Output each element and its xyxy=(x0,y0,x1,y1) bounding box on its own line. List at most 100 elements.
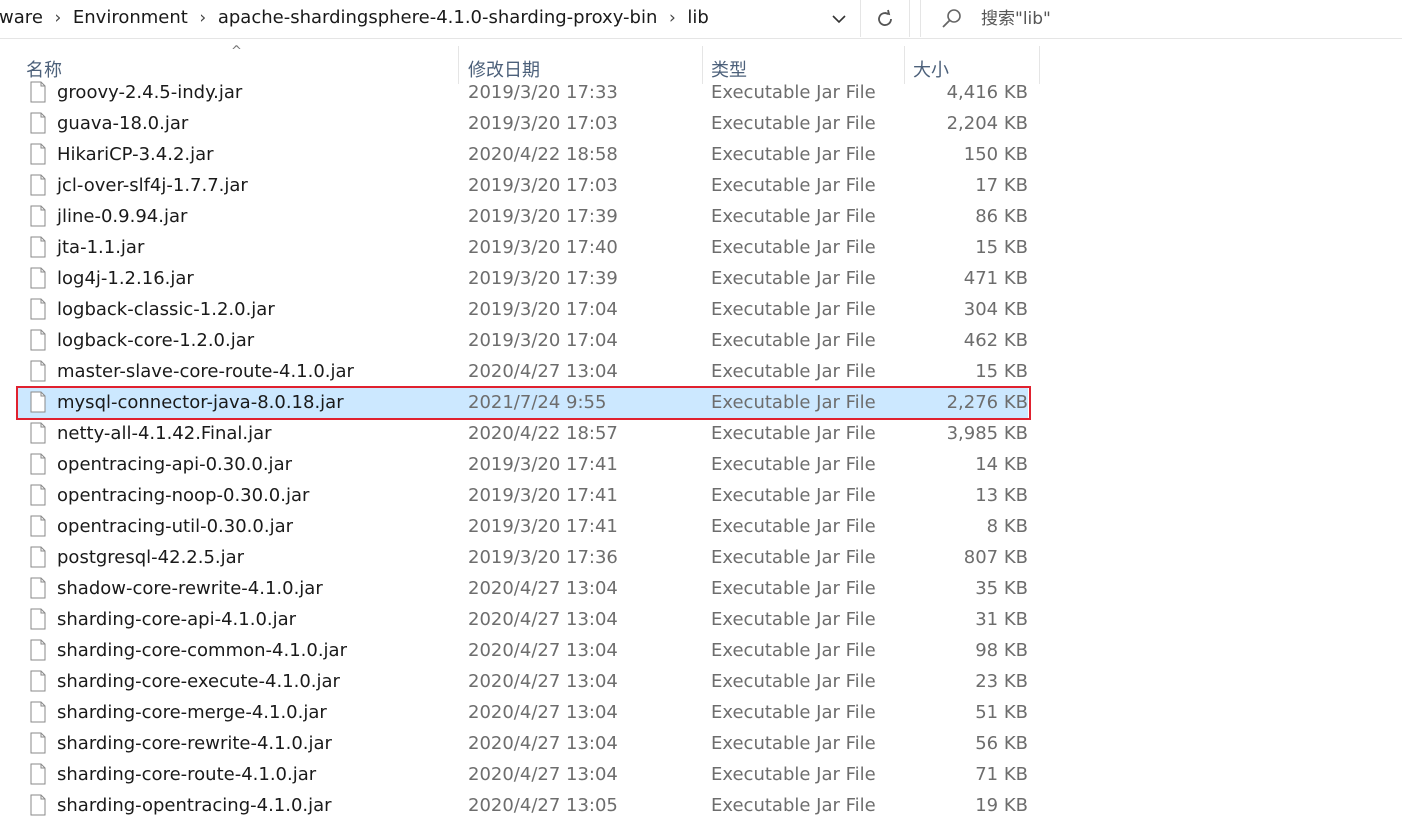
file-modified-date: 2020/4/27 13:04 xyxy=(468,671,618,692)
file-size: 86 KB xyxy=(975,206,1028,227)
file-row[interactable]: master-slave-core-route-4.1.0.jar 2020/4/… xyxy=(18,356,1028,387)
file-icon xyxy=(30,515,46,537)
breadcrumb-item[interactable]: Environment xyxy=(73,0,188,36)
file-icon xyxy=(30,236,46,258)
file-row[interactable]: HikariCP-3.4.2.jar 2020/4/22 18:58 Executa… xyxy=(18,139,1028,170)
file-type: Executable Jar File xyxy=(711,175,876,196)
sort-ascending-icon: ^ xyxy=(231,44,242,59)
file-size: 4,416 KB xyxy=(946,82,1028,103)
file-icon xyxy=(30,608,46,630)
breadcrumb-separator-icon[interactable]: › xyxy=(43,0,73,36)
file-modified-date: 2019/3/20 17:41 xyxy=(468,454,618,475)
breadcrumb-separator-icon[interactable]: › xyxy=(188,0,218,36)
file-row[interactable]: logback-classic-1.2.0.jar 2019/3/20 17:04… xyxy=(18,294,1028,325)
file-list[interactable]: sharding-opentracing-4.1.0.jar 2020/4/27 … xyxy=(0,78,1402,822)
file-size: 14 KB xyxy=(975,454,1028,475)
file-type: Executable Jar File xyxy=(711,268,876,289)
file-size: 23 KB xyxy=(975,671,1028,692)
file-icon xyxy=(30,360,46,382)
file-name: netty-all-4.1.42.Final.jar xyxy=(57,423,272,444)
file-type: Executable Jar File xyxy=(711,144,876,165)
file-modified-date: 2020/4/27 13:04 xyxy=(468,609,618,630)
file-type: Executable Jar File xyxy=(711,516,876,537)
file-row[interactable]: opentracing-noop-0.30.0.jar 2019/3/20 17:… xyxy=(18,480,1028,511)
file-modified-date: 2019/3/20 17:04 xyxy=(468,299,618,320)
file-size: 304 KB xyxy=(963,299,1028,320)
file-modified-date: 2021/7/24 9:55 xyxy=(468,392,607,413)
file-size: 35 KB xyxy=(975,578,1028,599)
file-type: Executable Jar File xyxy=(711,578,876,599)
file-modified-date: 2019/3/20 17:03 xyxy=(468,113,618,134)
file-row[interactable]: netty-all-4.1.42.Final.jar 2020/4/22 18:5… xyxy=(18,418,1028,449)
breadcrumb-separator-icon[interactable]: › xyxy=(657,0,687,36)
file-row-selected[interactable]: mysql-connector-java-8.0.18.jar 2021/7/24… xyxy=(18,387,1028,418)
file-row[interactable]: sharding-core-rewrite-4.1.0.jar 2020/4/27… xyxy=(18,728,1028,759)
file-type: Executable Jar File xyxy=(711,454,876,475)
file-row[interactable]: sharding-core-common-4.1.0.jar 2020/4/27 … xyxy=(18,635,1028,666)
file-type: Executable Jar File xyxy=(711,795,876,816)
file-size: 15 KB xyxy=(975,361,1028,382)
file-modified-date: 2020/4/27 13:04 xyxy=(468,640,618,661)
file-name: log4j-1.2.16.jar xyxy=(57,268,194,289)
file-icon xyxy=(30,112,46,134)
file-name: HikariCP-3.4.2.jar xyxy=(57,144,214,165)
file-type: Executable Jar File xyxy=(711,485,876,506)
file-icon xyxy=(30,143,46,165)
search-icon xyxy=(942,8,961,28)
file-name: logback-core-1.2.0.jar xyxy=(57,330,255,351)
file-type: Executable Jar File xyxy=(711,609,876,630)
file-type: Executable Jar File xyxy=(711,392,876,413)
file-icon xyxy=(30,391,46,413)
file-name: sharding-core-api-4.1.0.jar xyxy=(57,609,297,630)
file-row[interactable]: shadow-core-rewrite-4.1.0.jar 2020/4/27 1… xyxy=(18,573,1028,604)
file-name: sharding-core-common-4.1.0.jar xyxy=(57,640,347,661)
file-type: Executable Jar File xyxy=(711,671,876,692)
file-modified-date: 2020/4/22 18:57 xyxy=(468,423,618,444)
breadcrumb-item-current[interactable]: lib xyxy=(687,0,708,36)
file-size: 8 KB xyxy=(986,516,1028,537)
file-size: 150 KB xyxy=(963,144,1028,165)
refresh-button[interactable] xyxy=(860,0,910,37)
file-modified-date: 2020/4/27 13:04 xyxy=(468,764,618,785)
search-box[interactable] xyxy=(920,0,1402,37)
file-size: 71 KB xyxy=(975,764,1028,785)
file-row[interactable]: opentracing-api-0.30.0.jar 2019/3/20 17:4… xyxy=(18,449,1028,480)
file-row[interactable]: opentracing-util-0.30.0.jar 2019/3/20 17:… xyxy=(18,511,1028,542)
file-row[interactable]: sharding-core-route-4.1.0.jar 2020/4/27 1… xyxy=(18,759,1028,790)
file-size: 471 KB xyxy=(963,268,1028,289)
file-row[interactable]: sharding-opentracing-4.1.0.jar 2020/4/27 … xyxy=(18,790,1028,821)
file-modified-date: 2020/4/27 13:04 xyxy=(468,702,618,723)
file-row[interactable]: guava-18.0.jar 2019/3/20 17:03 Executable … xyxy=(18,108,1028,139)
file-row[interactable]: jcl-over-slf4j-1.7.7.jar 2019/3/20 17:03 E… xyxy=(18,170,1028,201)
file-type: Executable Jar File xyxy=(711,206,876,227)
file-row[interactable]: jta-1.1.jar 2019/3/20 17:40 Executable Jar… xyxy=(18,232,1028,263)
breadcrumb-item[interactable]: apache-shardingsphere-4.1.0-sharding-pro… xyxy=(218,0,658,36)
breadcrumb-item[interactable]: tware xyxy=(0,0,43,36)
file-size: 462 KB xyxy=(963,330,1028,351)
toolbar: tware›Environment›apache-shardingsphere-… xyxy=(0,0,1402,39)
file-size: 51 KB xyxy=(975,702,1028,723)
file-size: 2,204 KB xyxy=(946,113,1028,134)
address-bar[interactable]: tware›Environment›apache-shardingsphere-… xyxy=(0,0,858,37)
file-type: Executable Jar File xyxy=(711,82,876,103)
file-row[interactable]: groovy-2.4.5-indy.jar 2019/3/20 17:33 Exec… xyxy=(18,78,1028,108)
file-row[interactable]: postgresql-42.2.5.jar 2019/3/20 17:36 Exec… xyxy=(18,542,1028,573)
search-input[interactable] xyxy=(979,7,1383,30)
chevron-down-icon xyxy=(832,14,846,23)
file-name: groovy-2.4.5-indy.jar xyxy=(57,82,243,103)
file-row[interactable]: logback-core-1.2.0.jar 2019/3/20 17:04 Exe… xyxy=(18,325,1028,356)
file-size: 13 KB xyxy=(975,485,1028,506)
address-history-button[interactable] xyxy=(820,0,858,37)
file-icon xyxy=(30,794,46,816)
file-row[interactable]: sharding-core-api-4.1.0.jar 2020/4/27 13:… xyxy=(18,604,1028,635)
file-row[interactable]: sharding-core-execute-4.1.0.jar 2020/4/27… xyxy=(18,666,1028,697)
file-modified-date: 2019/3/20 17:04 xyxy=(468,330,618,351)
file-icon xyxy=(30,422,46,444)
file-type: Executable Jar File xyxy=(711,764,876,785)
file-icon xyxy=(30,81,46,103)
file-icon xyxy=(30,577,46,599)
file-row[interactable]: jline-0.9.94.jar 2019/3/20 17:39 Executabl… xyxy=(18,201,1028,232)
file-type: Executable Jar File xyxy=(711,640,876,661)
file-row[interactable]: sharding-core-merge-4.1.0.jar 2020/4/27 1… xyxy=(18,697,1028,728)
file-row[interactable]: log4j-1.2.16.jar 2019/3/20 17:39 Executabl… xyxy=(18,263,1028,294)
